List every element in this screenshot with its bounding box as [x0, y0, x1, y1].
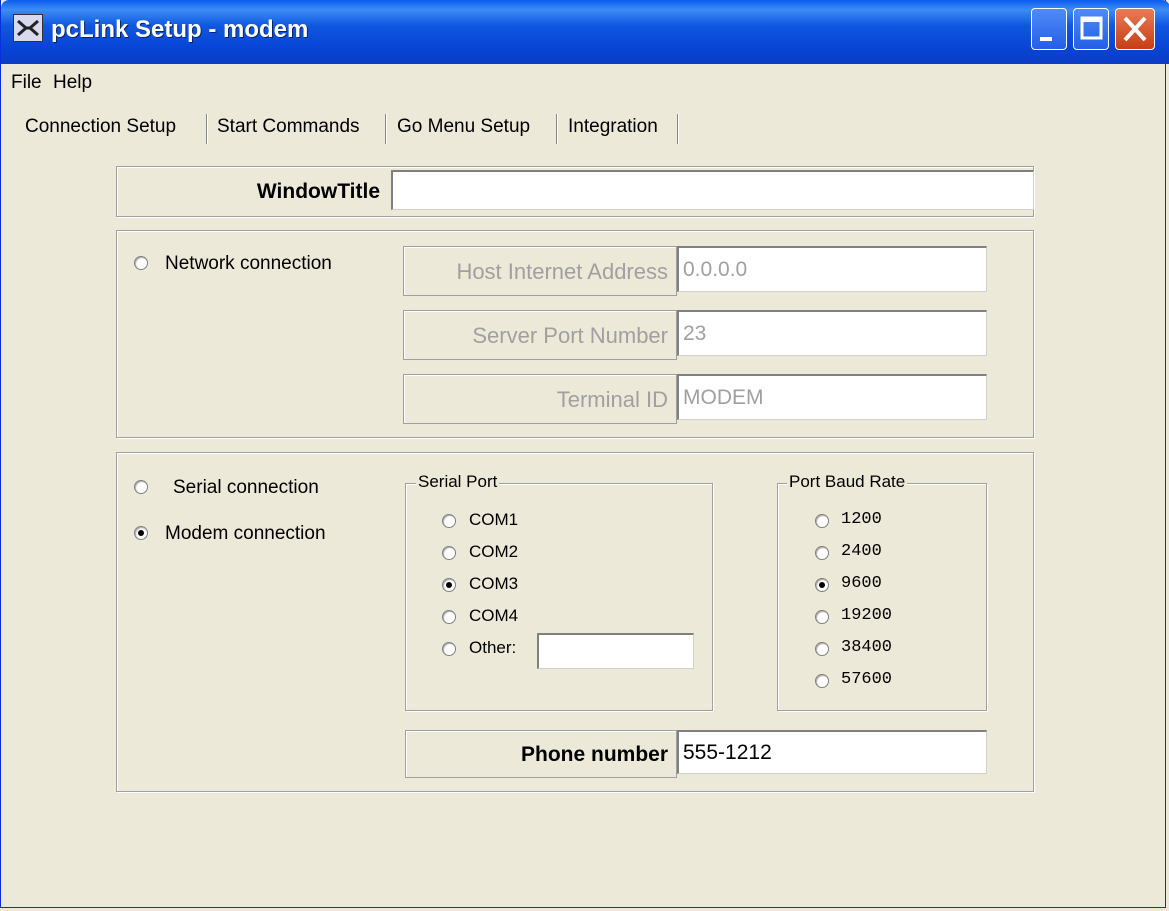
baud-19200-radio[interactable] — [815, 610, 829, 624]
serial-port-title: Serial Port — [416, 472, 500, 492]
com4-radio[interactable] — [442, 610, 456, 624]
tab-divider — [677, 114, 679, 144]
server-port-input[interactable]: 23 — [677, 310, 987, 356]
tab-divider — [556, 114, 558, 144]
tab-start-commands[interactable]: Start Commands — [217, 108, 360, 146]
window-title-label: WindowTitle — [256, 180, 380, 203]
modem-connection-radio[interactable] — [134, 526, 148, 540]
com3-radio[interactable] — [442, 578, 456, 592]
close-button[interactable] — [1115, 8, 1155, 50]
serial-connection-label: Serial connection — [173, 477, 319, 498]
tab-divider — [385, 114, 387, 144]
com3-label: COM3 — [469, 574, 519, 593]
menu-bar: File Help — [1, 66, 1165, 100]
title-bar[interactable]: pcLink Setup - modem — [1, 0, 1169, 64]
tab-go-menu-setup[interactable]: Go Menu Setup — [397, 108, 530, 146]
maximize-button[interactable] — [1073, 8, 1109, 50]
network-connection-label: Network connection — [165, 253, 332, 274]
other-port-label: Other: — [469, 638, 517, 657]
modem-connection-label: Modem connection — [165, 523, 326, 544]
baud-2400-radio[interactable] — [815, 546, 829, 560]
tab-connection-setup[interactable]: Connection Setup — [25, 108, 176, 146]
app-icon — [13, 14, 43, 42]
host-address-input[interactable]: 0.0.0.0 — [677, 246, 987, 292]
terminal-id-label: Terminal ID — [403, 374, 677, 424]
baud-rate-title: Port Baud Rate — [787, 472, 908, 492]
baud-38400-radio[interactable] — [815, 642, 829, 656]
network-connection-radio[interactable] — [134, 256, 148, 270]
phone-number-input[interactable]: 555-1212 — [677, 730, 987, 774]
com2-label: COM2 — [469, 542, 519, 561]
baud-9600-label: 9600 — [841, 574, 882, 593]
other-port-radio[interactable] — [442, 642, 456, 656]
other-port-input[interactable] — [537, 633, 694, 669]
app-window: pcLink Setup - modem File Help Connectio… — [0, 0, 1169, 908]
baud-57600-radio[interactable] — [815, 674, 829, 688]
phone-number-label: Phone number — [405, 730, 677, 778]
terminal-id-input[interactable]: MODEM — [677, 374, 987, 420]
serial-connection-radio[interactable] — [134, 480, 148, 494]
tab-strip: Connection Setup Start Commands Go Menu … — [1, 108, 701, 150]
baud-19200-label: 19200 — [841, 606, 893, 625]
baud-57600-label: 57600 — [841, 670, 893, 689]
com1-radio[interactable] — [442, 514, 456, 528]
com2-radio[interactable] — [442, 546, 456, 560]
window-title: pcLink Setup - modem — [51, 16, 309, 43]
host-address-label: Host Internet Address — [403, 246, 677, 296]
server-port-label: Server Port Number — [403, 310, 677, 360]
com4-label: COM4 — [469, 606, 519, 625]
minimize-button[interactable] — [1031, 8, 1067, 50]
baud-9600-radio[interactable] — [815, 578, 829, 592]
baud-2400-label: 2400 — [841, 542, 882, 561]
baud-38400-label: 38400 — [841, 638, 893, 657]
tab-integration[interactable]: Integration — [568, 108, 658, 146]
menu-file[interactable]: File — [11, 72, 42, 94]
com1-label: COM1 — [469, 510, 519, 529]
tab-divider — [206, 114, 208, 144]
window-title-input[interactable] — [391, 170, 1034, 210]
baud-1200-radio[interactable] — [815, 514, 829, 528]
baud-1200-label: 1200 — [841, 510, 882, 529]
menu-help[interactable]: Help — [53, 72, 92, 94]
